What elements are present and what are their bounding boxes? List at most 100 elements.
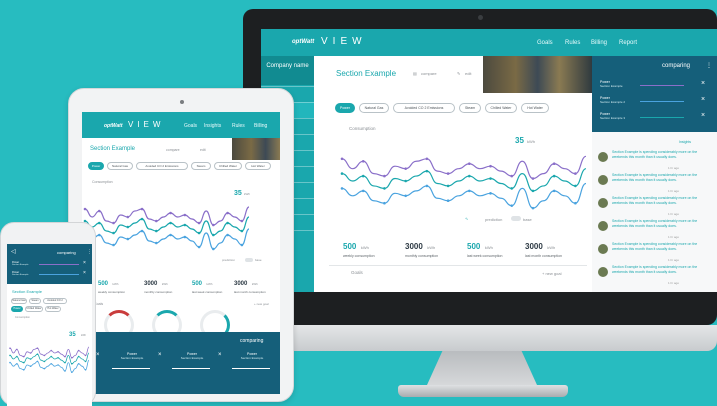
data-point [425, 157, 429, 161]
avatar [598, 175, 608, 185]
kpi-unit: kWh [484, 245, 493, 250]
compare-icon[interactable]: ▤ [413, 71, 417, 76]
divider [329, 265, 587, 266]
compare-link[interactable]: compare [421, 71, 437, 76]
data-point [71, 371, 73, 373]
new-goal-link[interactable]: + new goal [254, 302, 269, 306]
filter-chilled-water[interactable]: Chilled Water [25, 306, 43, 312]
filter-natural-gas[interactable]: Natural Gas [11, 298, 27, 304]
base-toggle[interactable] [245, 258, 253, 262]
filter-power[interactable]: Power [11, 306, 23, 312]
data-point [155, 229, 158, 233]
filter-hot-water[interactable]: Hot Water [45, 306, 61, 312]
data-point [212, 233, 215, 237]
filter-hot-water[interactable]: Hot Water [245, 162, 271, 170]
close-icon[interactable]: × [96, 352, 100, 358]
data-point [71, 363, 73, 365]
data-point [9, 361, 11, 364]
data-point [112, 231, 115, 235]
insight-text: Section Example is spending considerably… [612, 265, 698, 274]
data-point [77, 349, 80, 352]
nav-goals[interactable]: Goals [184, 123, 197, 129]
data-point [531, 177, 535, 180]
filter-co2[interactable]: Avoided CO 2 [43, 298, 67, 304]
more-icon[interactable]: ⋮ [706, 62, 712, 69]
comparing-label: comparing [240, 338, 264, 344]
compare-item[interactable]: Power Section Example [600, 80, 623, 88]
compare-link[interactable]: compare [166, 148, 180, 152]
data-point [126, 225, 130, 229]
close-icon[interactable]: × [701, 96, 705, 103]
data-point [404, 179, 407, 183]
insight-item[interactable]: Section Example is spending considerably… [598, 265, 712, 291]
filter-chilled-water[interactable]: Chilled Water [214, 162, 242, 170]
data-point [50, 355, 53, 358]
close-icon[interactable]: × [701, 112, 705, 119]
camera-icon [478, 15, 483, 20]
nav-goals[interactable]: Goals [537, 40, 553, 46]
data-point [50, 349, 53, 352]
insight-time: 1 hr ago [668, 166, 680, 170]
close-icon[interactable]: × [701, 80, 705, 87]
compare-item-sub: Section Example [240, 356, 264, 360]
app-logo[interactable]: optWatt [104, 123, 123, 129]
data-point [43, 354, 46, 357]
compare-item-sub: Section Example [180, 356, 204, 360]
compare-item[interactable]: Power Section Example [172, 352, 212, 360]
company-name[interactable]: Company name [261, 56, 314, 85]
more-icon[interactable]: ⋮ [87, 249, 92, 255]
kpi-label: last month consumption [234, 290, 266, 294]
close-icon[interactable]: × [218, 352, 222, 358]
filter-steam[interactable]: Steam [29, 298, 41, 304]
filter-chilled-water[interactable]: Chilled Water [485, 103, 517, 113]
insight-time: 1 hr ago [668, 212, 680, 216]
data-point [226, 211, 229, 215]
data-point [383, 187, 386, 190]
filter-co2[interactable]: Avoided CO 2 Emissions [393, 103, 455, 113]
nav-billing[interactable]: Billing [591, 40, 607, 46]
close-icon[interactable]: × [83, 270, 86, 276]
close-icon[interactable]: × [158, 352, 162, 358]
data-point [36, 353, 39, 355]
data-point [468, 189, 471, 193]
compare-item[interactable]: Power Section Example 3 [600, 112, 625, 120]
compare-item[interactable]: Power Section Example [112, 352, 152, 360]
new-goal-link[interactable]: + new goal [542, 271, 561, 276]
compare-item[interactable]: Power Section Example 2 [600, 96, 625, 104]
compare-line [39, 264, 79, 265]
filter-co2[interactable]: Avoided CO 2 Emissions [136, 162, 188, 170]
filter-hot-water[interactable]: Hot Water [521, 103, 549, 113]
filter-steam[interactable]: Steam [191, 162, 211, 170]
filter-power[interactable]: Power [88, 162, 104, 170]
nav-rules[interactable]: Rules [232, 123, 245, 129]
edit-link[interactable]: edit [465, 71, 471, 76]
nav-billing[interactable]: Billing [254, 123, 267, 129]
series-line [341, 168, 587, 192]
data-point [340, 187, 344, 190]
compare-item-sub: Section Example [12, 264, 29, 266]
data-point [240, 243, 244, 247]
filter-natural-gas[interactable]: Natural Gas [359, 103, 389, 113]
nav-report[interactable]: Report [619, 40, 637, 46]
kpi-value: 3000 [234, 281, 248, 287]
base-toggle[interactable] [511, 216, 521, 221]
series-line [84, 216, 250, 236]
app-logo[interactable]: optWatt [292, 39, 314, 45]
compare-item[interactable]: Power Section Example [12, 271, 28, 276]
edit-link[interactable]: edit [200, 148, 206, 152]
data-point [16, 363, 18, 365]
edit-icon[interactable]: ✎ [457, 71, 460, 76]
filter-power[interactable]: Power [335, 103, 355, 113]
nav-rules[interactable]: Rules [565, 40, 580, 46]
back-icon[interactable]: ◁ [11, 248, 16, 255]
close-icon[interactable]: × [83, 260, 86, 266]
kpi-label: last month consumption [525, 254, 562, 258]
insight-text: Section Example is spending considerably… [612, 173, 698, 182]
filter-natural-gas[interactable]: Natural Gas [107, 162, 133, 170]
nav-insights[interactable]: Insights [204, 123, 221, 129]
data-point [197, 245, 201, 249]
compare-item[interactable]: Power Section Example [232, 352, 272, 360]
avatar [598, 244, 608, 254]
filter-steam[interactable]: Steam [459, 103, 481, 113]
compare-item[interactable]: Power Section Example [12, 261, 28, 266]
